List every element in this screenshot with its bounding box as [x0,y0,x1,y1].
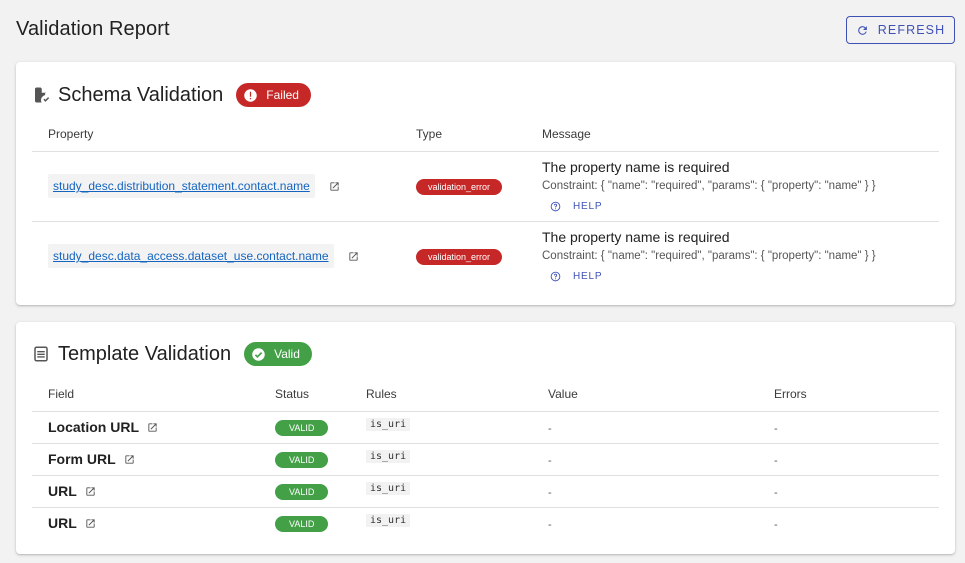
schema-card-header: Schema Validation Failed [32,83,311,107]
help-circle-icon [550,271,573,282]
rule-code: is_uri [366,449,411,463]
schema-table: Property Type Message study_desc.distrib… [32,117,939,291]
type-badge: validation_error [416,248,503,265]
value-cell: - [548,454,552,467]
schema-validation-card: Schema Validation Failed Property Type M… [16,62,955,305]
rule-code: is_uri [366,417,411,431]
refresh-icon [856,24,869,37]
template-card-header: Template Validation Valid [32,342,312,366]
status-badge: VALID [275,515,329,532]
open-in-new-icon[interactable] [85,518,96,529]
constraint-text: Constraint: { "name": "required", "param… [542,250,876,263]
value-cell: - [548,422,552,435]
help-button[interactable]: HELP [550,201,602,212]
column-header-rules: Rules [350,377,532,412]
help-label: HELP [573,271,603,283]
errors-cell: - [774,422,778,435]
table-row: study_desc.data_access.dataset_use.conta… [32,221,939,291]
field-name: URL [48,483,77,499]
column-header-type: Type [400,117,526,152]
column-header-message: Message [526,117,939,152]
open-in-new-icon[interactable] [348,251,359,262]
column-header-value: Value [532,377,758,412]
value-cell: - [548,486,552,499]
schema-status-chip: Failed [236,83,311,107]
list-document-icon [32,345,50,363]
column-header-status: Status [259,377,350,412]
message-text: The property name is required [542,229,730,246]
check-circle-icon [251,347,266,362]
table-row: Location URL VALID is_uri - - [32,411,939,444]
template-status-label: Valid [274,347,300,361]
column-header-field: Field [32,377,259,412]
template-status-chip: Valid [244,342,312,366]
refresh-button[interactable]: REFRESH [846,16,955,44]
status-badge: VALID [275,419,329,436]
help-button[interactable]: HELP [550,271,602,282]
error-circle-icon [243,88,258,103]
field-name: URL [48,515,77,532]
schema-status-label: Failed [266,88,299,102]
value-cell: - [548,518,552,531]
errors-cell: - [774,518,778,531]
template-validation-card: Template Validation Valid Field Status R… [16,322,955,554]
property-link[interactable]: study_desc.data_access.dataset_use.conta… [48,244,334,269]
page-title: Validation Report [16,18,170,40]
help-label: HELP [573,201,603,212]
open-in-new-icon[interactable] [124,454,135,465]
table-row: study_desc.distribution_statement.contac… [32,151,939,222]
type-badge: validation_error [416,178,503,195]
table-row: URL VALID is_uri - - [32,507,939,539]
template-table: Field Status Rules Value Errors Location… [32,377,939,539]
property-link[interactable]: study_desc.distribution_statement.contac… [48,174,315,198]
column-header-errors: Errors [758,377,939,412]
rule-code: is_uri [366,481,411,495]
errors-cell: - [774,454,778,467]
rule-code: is_uri [366,513,411,527]
errors-cell: - [774,486,778,499]
status-badge: VALID [275,451,329,468]
refresh-label: REFRESH [877,23,946,37]
message-text: The property name is required [542,159,730,175]
schema-card-title: Schema Validation [58,83,224,106]
help-circle-icon [550,201,573,212]
open-in-new-icon[interactable] [329,181,340,192]
table-row: Form URL VALID is_uri - - [32,443,939,476]
open-in-new-icon[interactable] [147,422,158,433]
open-in-new-icon[interactable] [85,486,96,497]
field-name: Location URL [48,419,139,435]
file-check-icon [32,86,50,104]
status-badge: VALID [275,483,329,500]
template-card-title: Template Validation [58,342,232,365]
constraint-text: Constraint: { "name": "required", "param… [542,180,876,192]
column-header-property: Property [32,117,400,152]
field-name: Form URL [48,451,116,467]
table-row: URL VALID is_uri - - [32,475,939,508]
